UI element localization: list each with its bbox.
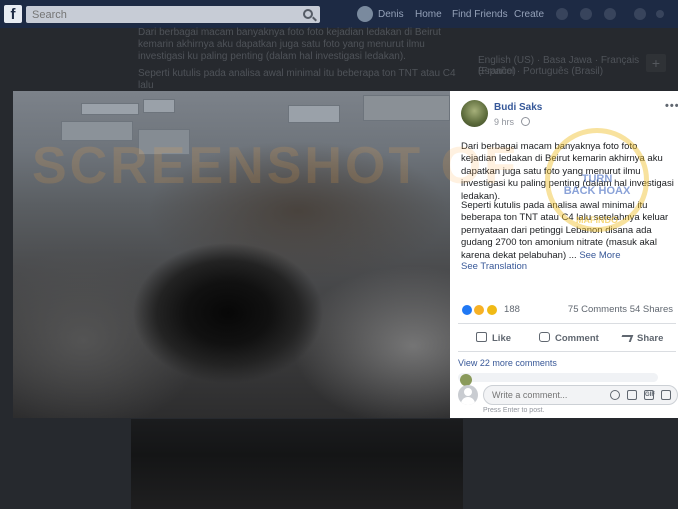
like-button[interactable]: Like xyxy=(476,331,511,347)
search-box[interactable] xyxy=(26,6,320,23)
divider xyxy=(458,323,676,324)
seal-line: MAFINDO xyxy=(576,215,618,225)
add-language-button[interactable]: + xyxy=(646,54,666,72)
comment-icon xyxy=(539,332,550,342)
help-icon[interactable] xyxy=(634,8,646,20)
facebook-logo-icon[interactable]: f xyxy=(4,5,22,23)
profile-avatar[interactable] xyxy=(357,6,373,22)
warehouse-building xyxy=(143,99,175,113)
engagement-stats: 75 Comments 54 Shares xyxy=(568,304,673,315)
background-post-line: Dari berbagai macam banyaknya foto foto … xyxy=(138,27,441,38)
search-icon[interactable] xyxy=(303,9,313,19)
search-input[interactable] xyxy=(26,6,296,23)
sad-reaction-icon xyxy=(485,303,498,316)
see-more-link[interactable]: See More xyxy=(579,250,620,261)
share-label: Share xyxy=(637,333,664,344)
comment-button[interactable]: Comment xyxy=(539,331,599,347)
nav-home[interactable]: Home xyxy=(415,9,442,20)
comment-label: Comment xyxy=(555,333,599,344)
top-navigation-bar: f Denis Home Find Friends Create xyxy=(0,0,678,28)
nav-create[interactable]: Create xyxy=(514,9,544,20)
author-avatar[interactable] xyxy=(461,100,488,127)
press-enter-hint: Press Enter to post. xyxy=(483,407,545,414)
author-name[interactable]: Budi Saks xyxy=(494,102,542,113)
friend-requests-icon[interactable] xyxy=(556,8,568,20)
seal-line: TURN xyxy=(581,173,613,185)
background-post-line: kemarin akhirnya aku dapatkan juga satu … xyxy=(138,39,425,50)
nav-find-friends[interactable]: Find Friends xyxy=(452,9,508,20)
notifications-icon[interactable] xyxy=(604,8,616,20)
background-post-photo xyxy=(131,419,463,509)
see-translation-link[interactable]: See Translation xyxy=(461,261,527,272)
like-label: Like xyxy=(492,333,512,344)
share-icon xyxy=(619,335,634,342)
comments-count[interactable]: 75 Comments xyxy=(568,304,627,315)
camera-icon[interactable] xyxy=(627,390,637,400)
messenger-icon[interactable] xyxy=(580,8,592,20)
reaction-count: 188 xyxy=(504,304,520,316)
like-reaction-icon xyxy=(461,303,473,316)
more-options-icon[interactable]: ••• xyxy=(665,100,678,112)
comment-box[interactable]: GIF xyxy=(483,385,678,405)
warehouse-building xyxy=(288,105,340,123)
reaction-summary[interactable]: 188 xyxy=(461,302,520,316)
wow-reaction-icon xyxy=(473,303,486,316)
nav-profile[interactable]: Denis xyxy=(378,9,404,20)
comment-bubble xyxy=(458,373,658,382)
divider xyxy=(458,351,676,352)
background-post-line: investigasi ku paling penting (dalam hal… xyxy=(138,51,406,62)
warehouse-building xyxy=(81,103,139,115)
gif-icon[interactable]: GIF xyxy=(644,390,655,400)
share-button[interactable]: Share xyxy=(619,331,664,347)
emoji-icon[interactable] xyxy=(610,390,620,400)
comment-input[interactable] xyxy=(484,386,604,404)
seal-line: BACK HOAX xyxy=(563,185,631,197)
post-time[interactable]: 9 hrs xyxy=(494,117,514,127)
view-more-comments-link[interactable]: View 22 more comments xyxy=(458,358,557,368)
language-list: Español · Português (Brasil) xyxy=(478,66,604,77)
account-menu-icon[interactable] xyxy=(656,10,664,18)
sticker-icon[interactable] xyxy=(661,390,671,400)
warehouse-building xyxy=(363,95,450,121)
globe-icon xyxy=(521,117,530,126)
user-avatar xyxy=(458,385,478,405)
background-post-line: Seperti kutulis pada analisa awal minima… xyxy=(138,68,456,91)
thumbs-up-icon xyxy=(476,332,487,342)
turn-back-hoax-seal: TURN BACK HOAX MAFINDO xyxy=(545,128,649,232)
shares-count[interactable]: 54 Shares xyxy=(630,304,673,315)
